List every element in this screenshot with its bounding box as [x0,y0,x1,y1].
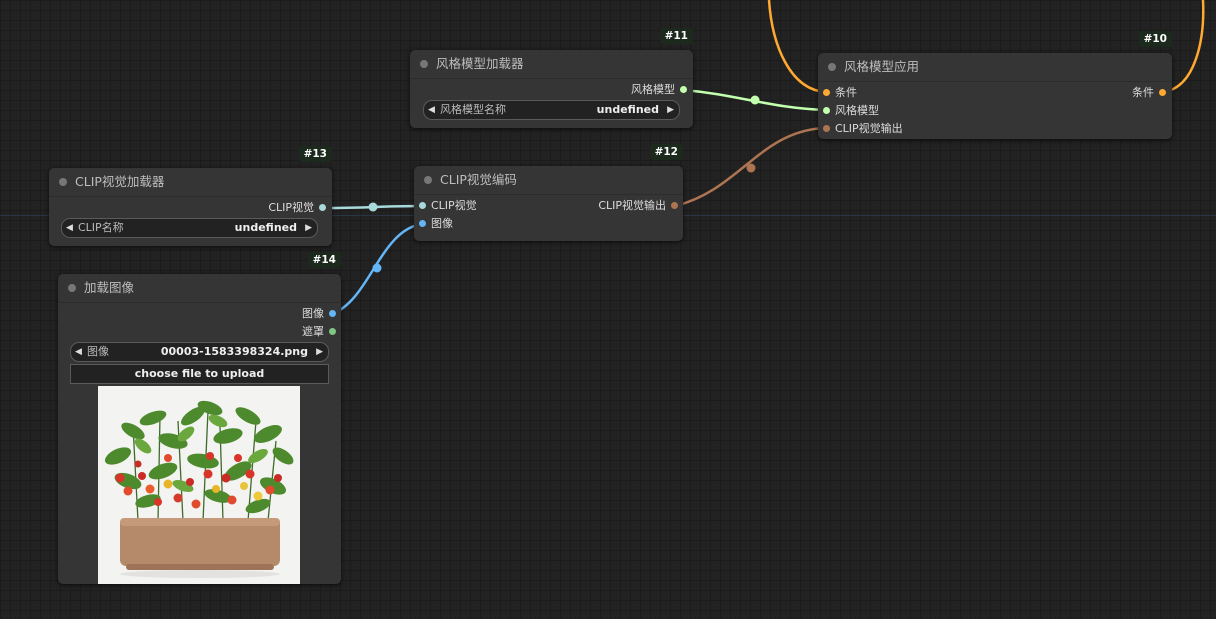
slot-label: 风格模型 [835,104,879,117]
slot-label: CLIP视觉 [268,201,314,214]
node-style-model-apply[interactable]: #10 风格模型应用 条件 风格模型 CLIP视觉输出 条件 [818,31,1172,139]
slot-dot-icon[interactable] [823,124,830,132]
node-clip-vision-encode[interactable]: #12 CLIP视觉编码 CLIP视觉 图像 CLIP视觉输出 [414,144,683,241]
collapse-dot-icon[interactable] [68,284,76,292]
widget-value: 00003-1583398324.png [160,345,308,358]
slot-label: 条件 [835,86,857,99]
widget-label: 图像 [87,345,109,358]
arrow-left-icon[interactable]: ◀ [75,343,82,361]
node-load-image[interactable]: #14 加载图像 图像 遮罩 ◀ 图像 00003-1583398324.png… [58,252,341,584]
slot-dot-icon[interactable] [329,327,336,335]
slot-label: CLIP视觉 [431,199,477,212]
node-title-text: 加载图像 [84,280,135,295]
slot-dot-icon[interactable] [419,219,426,227]
slot-dot-icon[interactable] [823,88,830,96]
node-clip-vision-loader[interactable]: #13 CLIP视觉加载器 CLIP视觉 ◀ CLIP名称 undefined … [49,146,332,246]
slot-dot-icon[interactable] [1159,88,1166,96]
arrow-right-icon[interactable]: ▶ [667,101,674,119]
link-image [331,222,423,316]
upload-button[interactable]: choose file to upload [70,364,329,384]
link-clip-vision-output-midpoint [746,163,756,173]
collapse-dot-icon[interactable] [59,178,67,186]
tomato-plant-image [98,386,300,584]
link-clip-vision [322,204,423,210]
collapse-dot-icon[interactable] [420,60,428,68]
slot-label: 风格模型 [631,83,675,96]
node-title-text: CLIP视觉加载器 [75,174,165,189]
input-slot-conditioning[interactable]: 条件 [823,85,857,101]
node-id-badge: #13 [298,146,332,162]
slot-label: CLIP视觉输出 [598,199,666,212]
slot-dot-icon[interactable] [329,309,336,317]
link-style-model [683,88,827,112]
link-clip-vision-midpoint [368,202,378,212]
node-title[interactable]: CLIP视觉加载器 [49,168,332,197]
node-id-badge: #10 [1138,31,1172,47]
image-preview [98,386,300,584]
output-slot-mask[interactable]: 遮罩 [302,324,336,340]
link-clip-vision-output [674,126,827,208]
image-file-combo[interactable]: ◀ 图像 00003-1583398324.png ▶ [70,342,329,362]
slot-dot-icon[interactable] [671,201,678,209]
output-slot-style-model[interactable]: 风格模型 [631,82,687,98]
widget-label: CLIP名称 [78,221,124,234]
arrow-left-icon[interactable]: ◀ [66,219,73,237]
slot-dot-icon[interactable] [419,201,426,209]
node-title[interactable]: 风格模型加载器 [410,50,693,79]
node-id-badge: #11 [659,28,693,44]
node-title[interactable]: 风格模型应用 [818,53,1172,82]
collapse-dot-icon[interactable] [424,176,432,184]
node-title-text: CLIP视觉编码 [440,172,517,187]
output-slot-conditioning[interactable]: 条件 [1132,85,1166,101]
input-slot-style-model[interactable]: 风格模型 [823,103,879,119]
slot-label: CLIP视觉输出 [835,122,903,135]
link-style-model-midpoint [750,95,760,105]
output-slot-clip-vision[interactable]: CLIP视觉 [268,200,326,216]
slot-label: 遮罩 [302,325,324,338]
collapse-dot-icon[interactable] [828,63,836,71]
node-graph-canvas[interactable]: #11 风格模型加载器 风格模型 ◀ 风格模型名称 undefined ▶ #1… [0,0,1216,619]
node-title-text: 风格模型加载器 [436,56,524,71]
node-id-badge: #12 [649,144,683,160]
input-slot-clip-vision[interactable]: CLIP视觉 [419,198,477,214]
node-id-badge: #14 [307,252,341,268]
link-image-midpoint [372,263,382,273]
arrow-right-icon[interactable]: ▶ [305,219,312,237]
output-slot-clip-vision-output[interactable]: CLIP视觉输出 [598,198,678,214]
widget-label: 风格模型名称 [440,103,506,116]
widget-value: undefined [234,221,297,234]
output-slot-image[interactable]: 图像 [302,306,336,322]
clip-name-combo[interactable]: ◀ CLIP名称 undefined ▶ [61,218,318,238]
node-title[interactable]: CLIP视觉编码 [414,166,683,195]
arrow-left-icon[interactable]: ◀ [428,101,435,119]
slot-label: 条件 [1132,86,1154,99]
slot-label: 图像 [302,307,324,320]
slot-dot-icon[interactable] [823,106,830,114]
slot-dot-icon[interactable] [319,203,326,211]
slot-dot-icon[interactable] [680,85,687,93]
slot-label: 图像 [431,217,453,230]
input-slot-image[interactable]: 图像 [419,216,453,232]
node-style-model-loader[interactable]: #11 风格模型加载器 风格模型 ◀ 风格模型名称 undefined ▶ [410,28,693,128]
style-model-name-combo[interactable]: ◀ 风格模型名称 undefined ▶ [423,100,680,120]
input-slot-clip-vision-output[interactable]: CLIP视觉输出 [823,121,903,137]
widget-value: undefined [596,103,659,116]
node-title[interactable]: 加载图像 [58,274,341,303]
arrow-right-icon[interactable]: ▶ [316,343,323,361]
node-title-text: 风格模型应用 [844,59,920,74]
